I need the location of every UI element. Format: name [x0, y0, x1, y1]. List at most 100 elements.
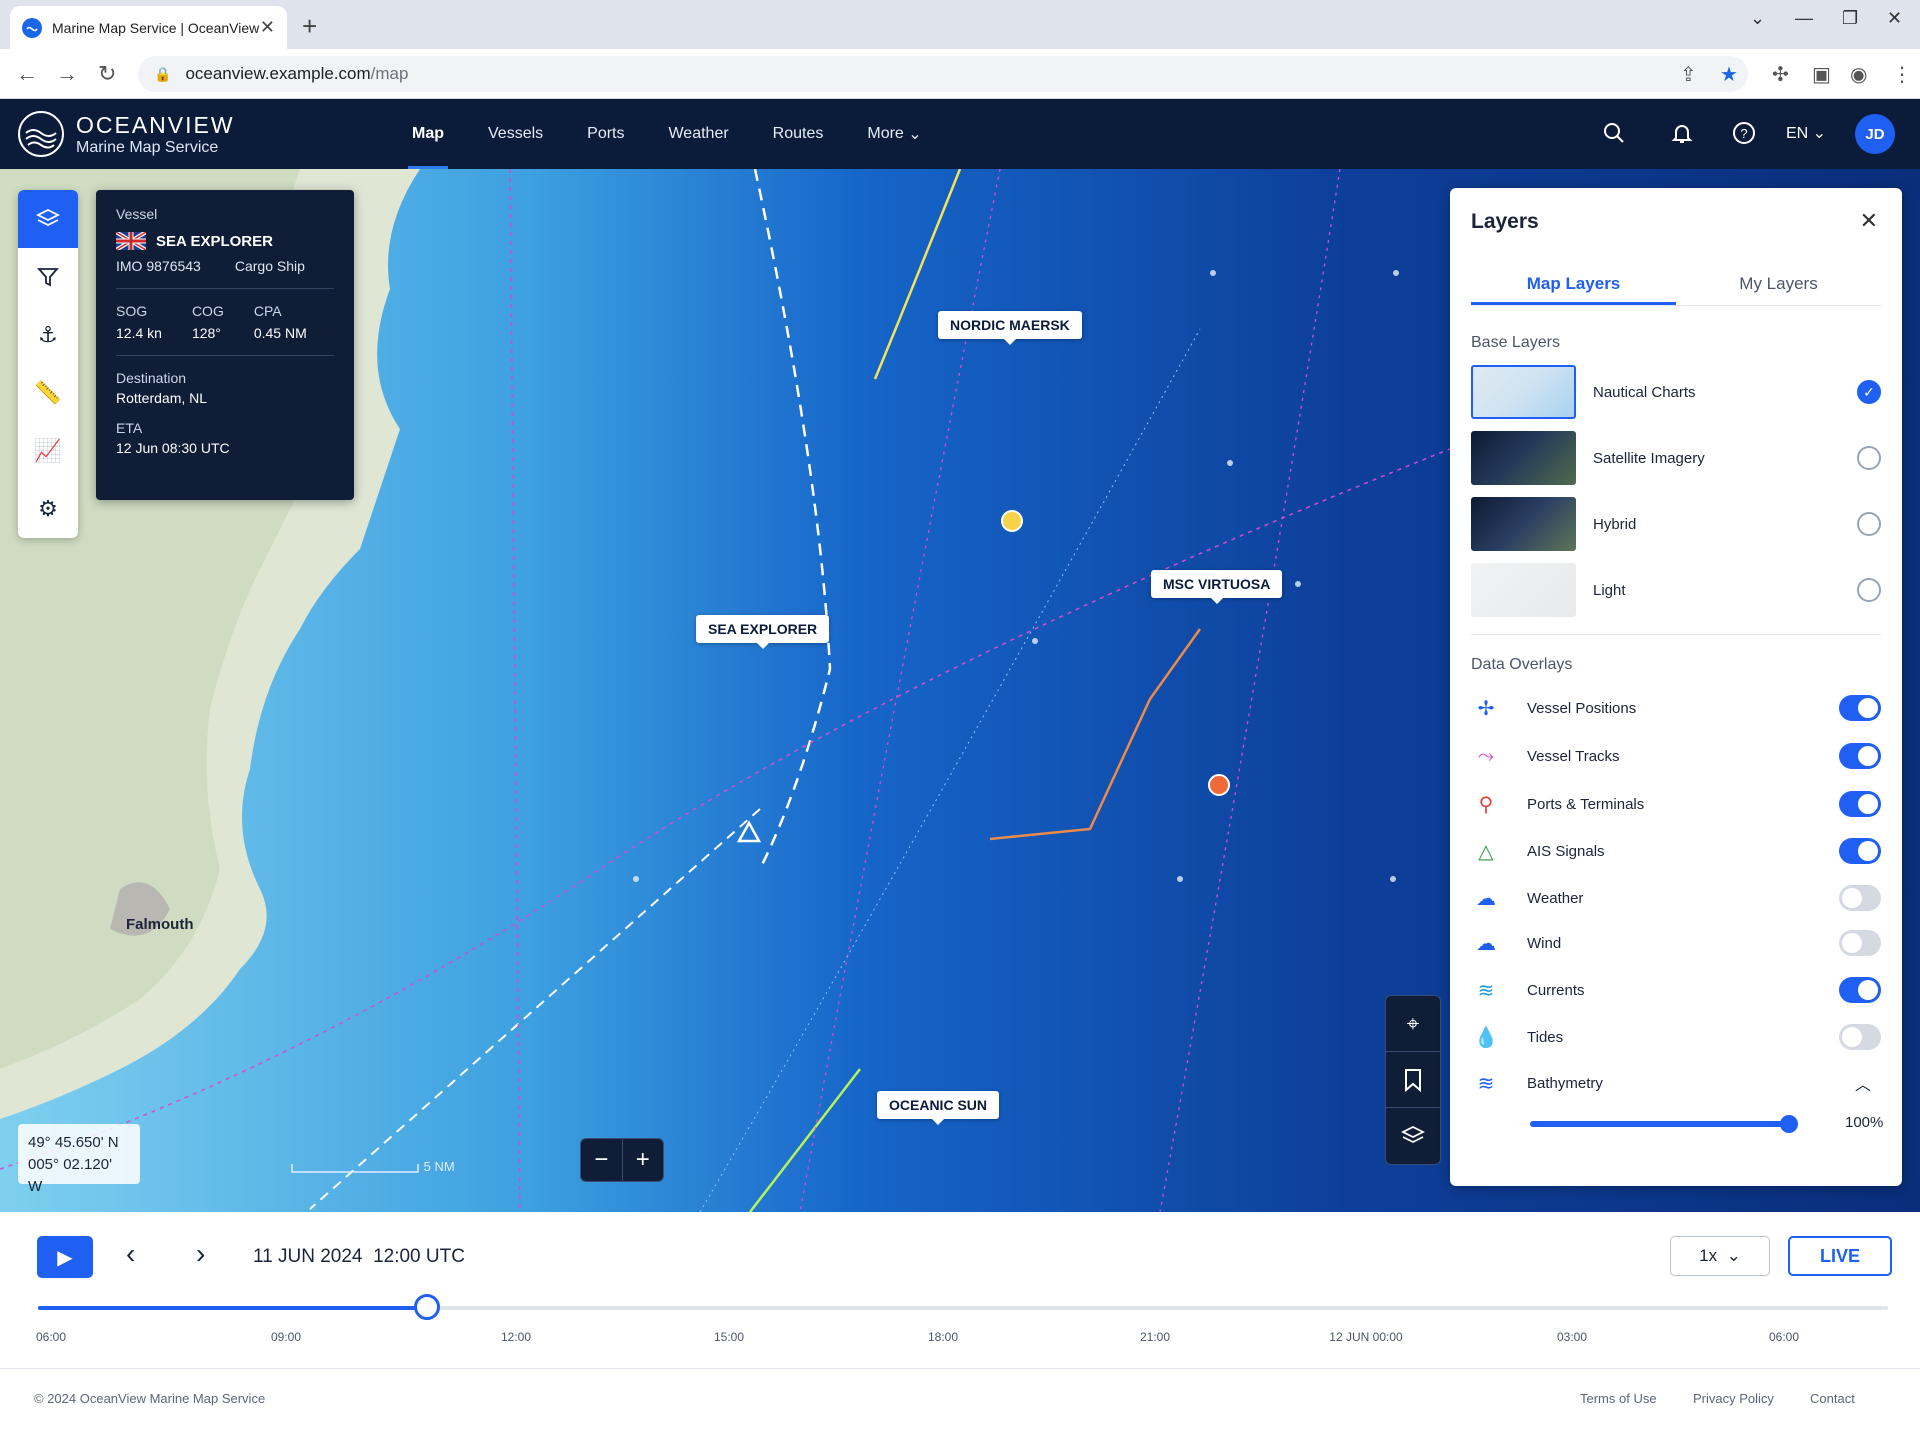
vessel-marker-sea-explorer[interactable]	[735, 819, 763, 847]
tab-map-layers[interactable]: Map Layers	[1471, 270, 1676, 305]
timeline-time: 12:00 UTC	[373, 1246, 465, 1267]
browser-menu-icon[interactable]: ⋮	[1892, 62, 1912, 87]
chevron-up-icon[interactable]: ︿	[1855, 1071, 1871, 1095]
analytics-tool-button[interactable]: 📈	[18, 422, 78, 480]
cloud-icon: ☁	[1476, 887, 1496, 910]
profile-icon[interactable]: ◉	[1850, 62, 1867, 87]
overlay-toggle[interactable]	[1839, 1024, 1881, 1050]
slider-handle[interactable]	[1780, 1115, 1798, 1133]
layers-stack-icon[interactable]	[1386, 1108, 1440, 1164]
overlay-toggle[interactable]	[1839, 930, 1881, 956]
vessel-label-sea-explorer[interactable]: SEA EXPLORER	[696, 615, 830, 649]
tab-list-chevron-icon[interactable]: ⌄	[1750, 8, 1765, 29]
back-icon[interactable]: ←	[16, 61, 38, 87]
base-layer-light[interactable]: Light	[1471, 563, 1881, 617]
vessel-label-oceanic-sun[interactable]: OCEANIC SUN	[877, 1091, 1000, 1125]
radio-button[interactable]	[1857, 578, 1881, 602]
share-icon[interactable]: ⇪	[1680, 62, 1697, 87]
overlay-name: Currents	[1527, 981, 1585, 999]
vessel-marker-msc-virtuosa[interactable]	[1207, 773, 1231, 797]
close-icon[interactable]: ✕	[1860, 208, 1878, 234]
tab-my-layers[interactable]: My Layers	[1676, 270, 1881, 305]
address-bar: ← → ↻ 🔒 oceanview.example.com/map ⇪ ★ ✣ …	[0, 49, 1920, 99]
anchor-tool-button[interactable]: ⚓	[18, 306, 78, 364]
overlay-wind[interactable]: ☁ Wind	[1471, 925, 1881, 961]
notifications-bell-icon[interactable]	[1670, 121, 1694, 151]
playback-speed-select[interactable]: 1x ⌄	[1670, 1236, 1770, 1276]
minimize-icon[interactable]: —	[1795, 8, 1813, 29]
overlay-bathymetry[interactable]: ≋ Bathymetry ︿	[1471, 1065, 1881, 1101]
zoom-in-button[interactable]: +	[623, 1139, 664, 1181]
zoom-out-button[interactable]: −	[581, 1139, 623, 1181]
base-layer-satellite[interactable]: Satellite Imagery	[1471, 431, 1881, 485]
vessel-marker-nordic-maersk[interactable]	[1000, 509, 1024, 533]
overlay-ais[interactable]: △ AIS Signals	[1471, 833, 1881, 869]
timeline-track[interactable]	[38, 1294, 1888, 1320]
nav-more[interactable]: More ⌄	[845, 99, 943, 169]
timeline-tick: 03:00	[1556, 1330, 1588, 1344]
privacy-link[interactable]: Privacy Policy	[1693, 1391, 1774, 1406]
maximize-icon[interactable]: ❐	[1842, 8, 1858, 29]
overlay-vessel-tracks[interactable]: ⤳ Vessel Tracks	[1471, 738, 1881, 774]
settings-tool-button[interactable]: ⚙	[18, 480, 78, 538]
radio-button[interactable]	[1857, 512, 1881, 536]
vessel-info-card: Vessel SEA EXPLORER IMO 9876543 Cargo Sh…	[96, 190, 354, 500]
nav-map[interactable]: Map	[390, 99, 466, 169]
overlay-vessel-positions[interactable]: ✢ Vessel Positions	[1471, 690, 1881, 726]
tab-title: Marine Map Service | OceanView	[52, 19, 260, 36]
overlay-ports[interactable]: ⚲ Ports & Terminals	[1471, 786, 1881, 822]
live-button[interactable]: LIVE	[1788, 1236, 1892, 1276]
close-tab-icon[interactable]: ✕	[260, 17, 275, 38]
base-layer-nautical[interactable]: Nautical Charts ✓	[1471, 365, 1881, 419]
nav-routes[interactable]: Routes	[751, 99, 846, 169]
user-avatar[interactable]: JD	[1855, 114, 1895, 154]
base-layer-name: Hybrid	[1593, 515, 1637, 533]
vessel-label-msc-virtuosa[interactable]: MSC VIRTUOSA	[1151, 570, 1283, 604]
step-forward-button[interactable]: ›	[196, 1238, 205, 1270]
bookmark-star-icon[interactable]: ★	[1720, 62, 1738, 87]
measure-tool-button[interactable]: 📏	[18, 364, 78, 422]
bookmark-icon[interactable]	[1386, 1052, 1440, 1108]
filter-tool-button[interactable]	[18, 248, 78, 306]
browser-tab[interactable]: Marine Map Service | OceanView ✕	[10, 6, 287, 49]
layers-tool-button[interactable]	[18, 190, 78, 248]
ais-icon: △	[1478, 840, 1494, 863]
language-selector[interactable]: EN ⌄	[1786, 123, 1826, 143]
destination-value: Rotterdam, NL	[116, 390, 208, 406]
locate-icon[interactable]: ⌖	[1386, 996, 1440, 1052]
help-icon[interactable]: ?	[1732, 121, 1756, 151]
terms-link[interactable]: Terms of Use	[1580, 1391, 1657, 1406]
nav-ports[interactable]: Ports	[565, 99, 646, 169]
search-icon[interactable]	[1602, 121, 1626, 151]
overlay-toggle[interactable]	[1839, 838, 1881, 864]
map-scale: 5 NM	[290, 1159, 455, 1174]
extensions-icon[interactable]: ✣	[1772, 62, 1789, 87]
step-back-button[interactable]: ‹	[126, 1238, 135, 1270]
url-field[interactable]: 🔒 oceanview.example.com/map	[138, 56, 1748, 92]
overlay-toggle[interactable]	[1839, 885, 1881, 911]
overlay-toggle[interactable]	[1839, 791, 1881, 817]
stat-key: COG	[191, 303, 224, 319]
overlay-currents[interactable]: ≋ Currents	[1471, 972, 1881, 1008]
overlay-weather[interactable]: ☁ Weather	[1471, 880, 1881, 916]
base-layer-hybrid[interactable]: Hybrid	[1471, 497, 1881, 551]
overlay-toggle[interactable]	[1839, 743, 1881, 769]
overlay-toggle[interactable]	[1839, 977, 1881, 1003]
contact-link[interactable]: Contact	[1810, 1391, 1855, 1406]
vessel-label-nordic-maersk[interactable]: NORDIC MAERSK	[938, 311, 1082, 345]
overlay-toggle[interactable]	[1839, 695, 1881, 721]
bathymetry-opacity-slider[interactable]	[1530, 1115, 1798, 1133]
play-button[interactable]: ▶	[37, 1236, 93, 1278]
selected-check-icon[interactable]: ✓	[1857, 380, 1881, 404]
nav-vessels[interactable]: Vessels	[466, 99, 565, 169]
new-tab-icon[interactable]: +	[302, 11, 317, 42]
side-panel-icon[interactable]: ▣	[1812, 62, 1831, 87]
timeline-handle[interactable]	[413, 1294, 440, 1320]
forward-icon[interactable]: →	[56, 61, 78, 87]
overlay-tides[interactable]: 💧 Tides	[1471, 1019, 1881, 1055]
currents-icon: ≋	[1477, 979, 1495, 1002]
reload-icon[interactable]: ↻	[98, 61, 116, 87]
radio-button[interactable]	[1857, 446, 1881, 470]
close-window-icon[interactable]: ✕	[1887, 8, 1902, 29]
nav-weather[interactable]: Weather	[646, 99, 750, 169]
